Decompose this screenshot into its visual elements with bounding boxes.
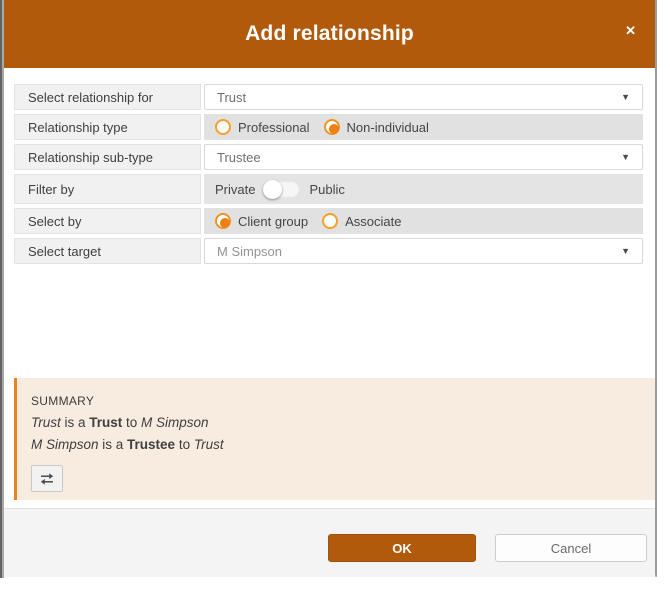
radio-label: Client group (238, 214, 308, 229)
radio-professional[interactable]: Professional (215, 119, 310, 135)
row-select-target: Select target M Simpson ▼ (14, 238, 643, 264)
summary-text: to (122, 415, 141, 430)
field-label: Select relationship for (14, 84, 201, 110)
dropdown-value: Trust (217, 90, 246, 105)
chevron-down-icon: ▼ (621, 92, 630, 102)
swap-horizontal-icon (39, 471, 55, 487)
summary-role: Trustee (127, 437, 175, 452)
summary-subject: Trust (31, 415, 61, 430)
radio-label: Associate (345, 214, 401, 229)
radio-label: Professional (238, 120, 310, 135)
row-filter-by: Filter by Private Public (14, 174, 643, 204)
summary-target: M Simpson (141, 415, 209, 430)
summary-text: is a (61, 415, 90, 430)
chevron-down-icon: ▼ (621, 152, 630, 162)
dialog-title: Add relationship (245, 22, 414, 46)
field-label: Select target (14, 238, 201, 264)
summary-heading: SUMMARY (31, 394, 655, 408)
dialog-footer: OK Cancel (4, 508, 655, 577)
cancel-button[interactable]: Cancel (495, 534, 647, 562)
filter-by-control: Private Public (204, 174, 643, 204)
field-label: Select by (14, 208, 201, 234)
radio-associate[interactable]: Associate (322, 213, 401, 229)
row-relationship-type: Relationship type Professional Non-indiv… (14, 114, 643, 140)
select-target-dropdown[interactable]: M Simpson ▼ (204, 238, 643, 264)
radio-unchecked-icon (322, 213, 338, 229)
row-relationship-sub-type: Relationship sub-type Trustee ▼ (14, 144, 643, 170)
relationship-type-options: Professional Non-individual (204, 114, 643, 140)
radio-non-individual[interactable]: Non-individual (324, 119, 429, 135)
summary-panel: SUMMARY Trust is a Trust to M Simpson M … (14, 378, 655, 500)
summary-text: is a (99, 437, 128, 452)
row-select-by: Select by Client group Associate (14, 208, 643, 234)
relationship-for-dropdown[interactable]: Trust ▼ (204, 84, 643, 110)
radio-unchecked-icon (215, 119, 231, 135)
summary-role: Trust (89, 415, 122, 430)
summary-target: Trust (194, 437, 224, 452)
ok-button[interactable]: OK (328, 534, 476, 562)
field-label: Relationship type (14, 114, 201, 140)
radio-client-group[interactable]: Client group (215, 213, 308, 229)
dialog-header: Add relationship ✕ (4, 0, 655, 68)
dropdown-value: Trustee (217, 150, 261, 165)
add-relationship-dialog: Add relationship ✕ Select relationship f… (4, 0, 657, 577)
screen: Add relationship ✕ Select relationship f… (0, 0, 670, 591)
field-label: Relationship sub-type (14, 144, 201, 170)
radio-checked-icon (215, 213, 231, 229)
relationship-form: Select relationship for Trust ▼ Relation… (4, 68, 655, 264)
toggle-knob[interactable] (263, 180, 282, 199)
summary-line-2: M Simpson is a Trustee to Trust (31, 438, 655, 452)
chevron-down-icon: ▼ (621, 246, 630, 256)
summary-text: to (175, 437, 194, 452)
summary-line-1: Trust is a Trust to M Simpson (31, 416, 655, 430)
field-label: Filter by (14, 174, 201, 204)
select-by-options: Client group Associate (204, 208, 643, 234)
toggle-right-label: Public (309, 182, 344, 197)
swap-relationship-button[interactable] (31, 465, 63, 492)
toggle-track[interactable] (264, 181, 300, 198)
private-public-toggle[interactable]: Private Public (215, 181, 345, 198)
dropdown-value: M Simpson (217, 244, 282, 259)
row-select-relationship-for: Select relationship for Trust ▼ (14, 84, 643, 110)
summary-subject: M Simpson (31, 437, 99, 452)
radio-label: Non-individual (347, 120, 429, 135)
relationship-sub-type-dropdown[interactable]: Trustee ▼ (204, 144, 643, 170)
close-icon[interactable]: ✕ (625, 24, 636, 37)
radio-checked-icon (324, 119, 340, 135)
toggle-left-label: Private (215, 182, 255, 197)
